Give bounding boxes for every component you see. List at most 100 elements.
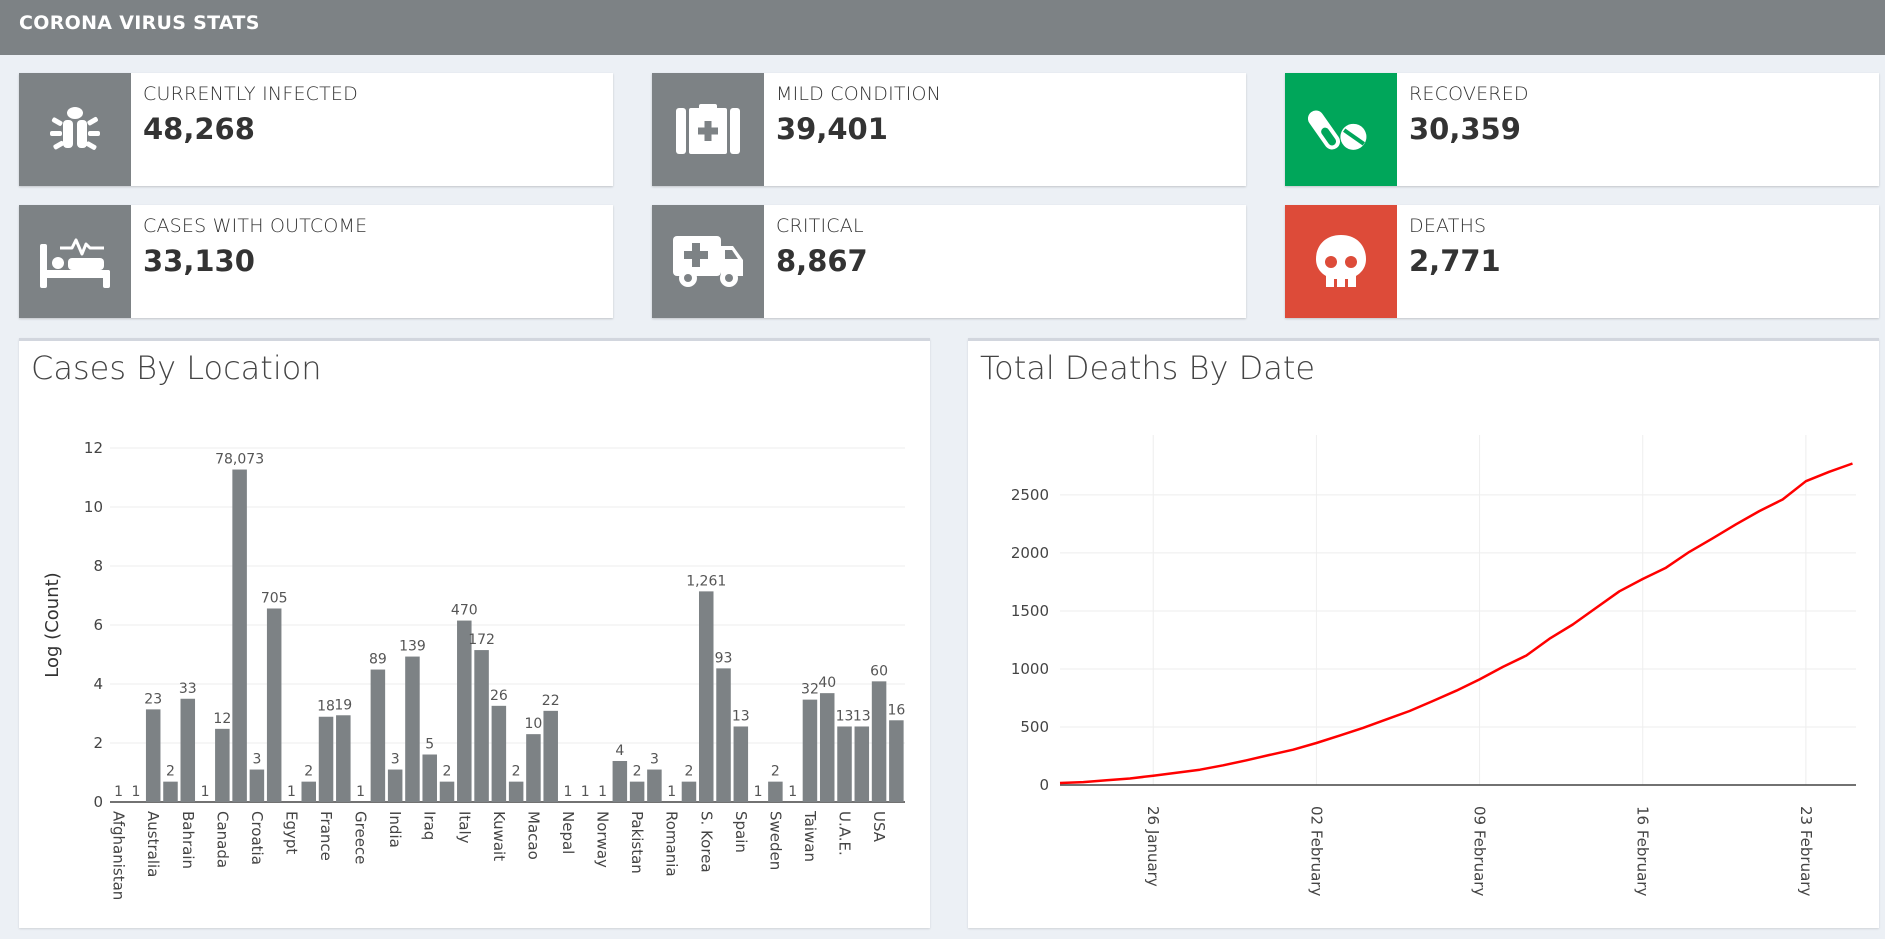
bar: [474, 650, 489, 802]
stat-value: 39,401: [776, 112, 888, 146]
ambulance-icon: [673, 235, 743, 287]
stat-card-currently-infected: CURRENTLY INFECTED 48,268: [19, 73, 613, 186]
bar: [698, 591, 714, 802]
bar: [163, 781, 178, 802]
stat-value: 48,268: [143, 112, 255, 146]
bar-data-label: 78,073: [215, 452, 264, 468]
y-axis-label: Log (Count): [42, 572, 63, 677]
bar-data-label: 3: [650, 752, 659, 768]
bar: [802, 699, 818, 802]
bar: [370, 669, 386, 802]
bar-data-label: 89: [369, 652, 387, 668]
stat-icon-box: [19, 73, 131, 186]
x-tick-label: Croatia: [248, 811, 266, 865]
stat-value: 2,771: [1409, 244, 1501, 278]
y-tick-label: 8: [93, 557, 103, 575]
bar-data-label: 16: [887, 702, 905, 718]
bar-data-label: 2: [166, 764, 175, 780]
bar: [889, 720, 904, 802]
bar: [266, 608, 282, 802]
bar-data-label: 26: [490, 688, 508, 704]
y-tick-label: 2500: [1011, 486, 1049, 504]
stat-value: 30,359: [1409, 112, 1521, 146]
y-tick-label: 500: [1020, 718, 1049, 736]
x-tick-label: Canada: [213, 811, 231, 868]
bar: [215, 728, 230, 802]
stat-card-cases-with-outcome: CASES WITH OUTCOME 33,130: [19, 205, 613, 318]
y-tick-label: 4: [93, 675, 103, 693]
y-tick-label: 1000: [1011, 660, 1049, 678]
stat-label: CRITICAL: [776, 215, 864, 237]
bar: [491, 705, 507, 802]
skull-icon: [1316, 234, 1366, 287]
bar: [249, 769, 265, 802]
bar-data-label: 60: [870, 663, 888, 679]
bar-data-label: 1,261: [686, 573, 726, 589]
y-tick-label: 0: [93, 793, 103, 811]
x-tick-label: India: [386, 811, 404, 848]
bar-data-label: 2: [443, 764, 452, 780]
x-tick-label: France: [317, 811, 335, 861]
bar-data-label: 2: [633, 764, 642, 780]
x-tick-label: USA: [870, 811, 888, 843]
bar: [439, 781, 455, 802]
stat-label: CASES WITH OUTCOME: [143, 215, 368, 237]
y-tick-label: 6: [93, 616, 103, 634]
stat-label: DEATHS: [1409, 215, 1487, 237]
app-title: CORONA VIRUS STATS: [19, 12, 260, 34]
bar-data-label: 18: [317, 699, 335, 715]
x-tick-label: Norway: [594, 811, 612, 868]
x-tick-label: Sweden: [766, 811, 784, 870]
bar: [629, 781, 645, 802]
bar-data-label: 12: [213, 711, 231, 727]
x-tick-label: Greece: [352, 811, 370, 864]
bar: [526, 734, 541, 802]
x-tick-label: U.A.E.: [836, 811, 854, 856]
stat-card-mild-condition: MILD CONDITION 39,401: [652, 73, 1246, 186]
bar-data-label: 1: [667, 784, 676, 800]
bar-data-label: 1: [564, 784, 573, 800]
bar-data-label: 1: [287, 784, 296, 800]
x-tick-label: 26 January: [1144, 806, 1162, 887]
y-tick-label: 12: [84, 439, 103, 457]
stat-label: RECOVERED: [1409, 83, 1529, 105]
bar-data-label: 1: [581, 784, 590, 800]
stat-value: 33,130: [143, 244, 255, 278]
stat-card-deaths: DEATHS 2,771: [1285, 205, 1879, 318]
stat-value: 8,867: [776, 244, 868, 278]
bar-data-label: 1: [201, 784, 210, 800]
bar: [387, 769, 403, 802]
bar-data-label: 32: [801, 682, 819, 698]
bar: [716, 668, 731, 802]
bug-icon: [50, 106, 100, 150]
bar-data-label: 13: [853, 708, 871, 724]
bar: [837, 726, 852, 802]
bar: [768, 781, 783, 802]
x-tick-label: 09 February: [1471, 806, 1489, 896]
bar-data-label: 2: [512, 764, 521, 780]
stat-card-recovered: RECOVERED 30,359: [1285, 73, 1879, 186]
bar: [647, 769, 662, 802]
x-tick-label: Spain: [732, 811, 750, 853]
x-tick-label: Romania: [663, 811, 681, 877]
x-tick-label: Iraq: [421, 811, 439, 840]
bar: [145, 709, 161, 802]
bar: [318, 716, 334, 802]
hospital-bed-icon: [40, 238, 110, 288]
stat-label: MILD CONDITION: [776, 83, 942, 105]
bar-data-label: 2: [685, 764, 694, 780]
y-tick-label: 2000: [1011, 544, 1049, 562]
x-tick-label: Australia: [144, 811, 162, 877]
bar-data-label: 3: [252, 752, 261, 768]
bar-data-label: 13: [836, 708, 854, 724]
bar: [180, 698, 196, 802]
deaths-line-chart: 0 500 1000 1500 2000 2500 26 January 02 Februar…: [1011, 435, 1856, 896]
bar-data-label: 2: [304, 764, 313, 780]
bar-data-label: 1: [754, 784, 763, 800]
bar-data-label: 1: [131, 784, 140, 800]
bar: [422, 754, 437, 802]
bar-data-label: 2: [771, 764, 780, 780]
bar-data-label: 1: [598, 784, 607, 800]
bar-data-label: 4: [615, 743, 624, 759]
bar: [543, 710, 558, 802]
